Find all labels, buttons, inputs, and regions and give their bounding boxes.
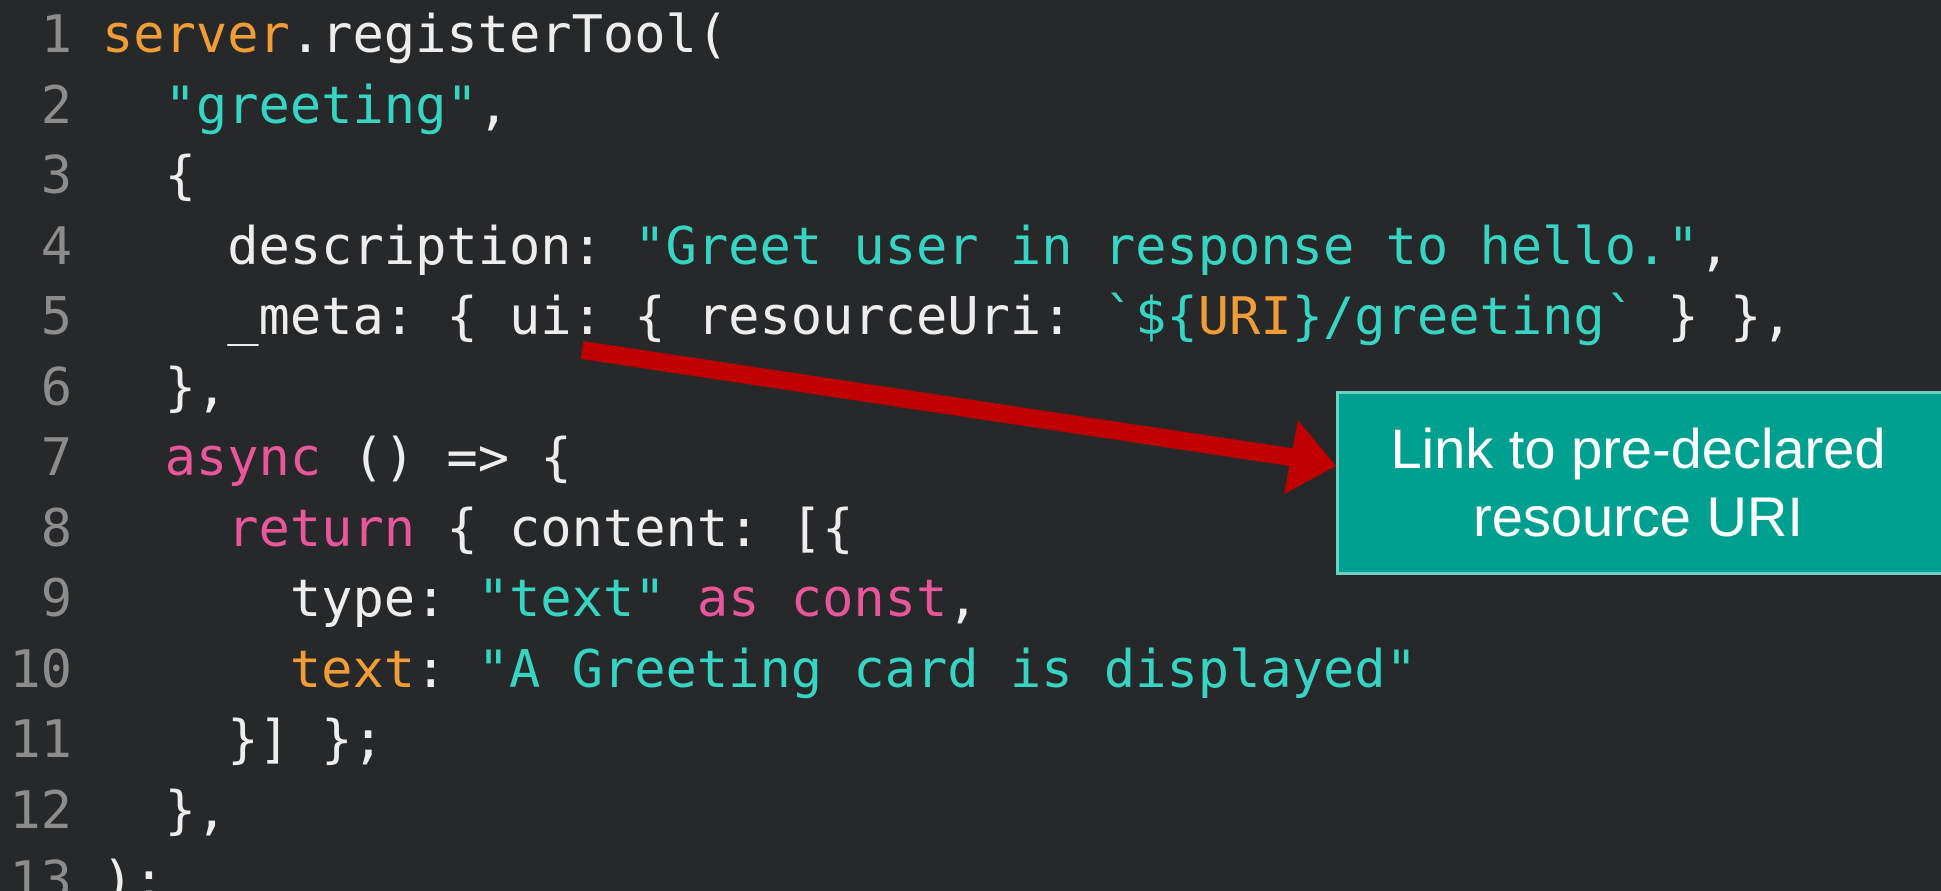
callout-text-line-1: Link to pre-declared bbox=[1390, 417, 1886, 480]
code-token: ); bbox=[102, 851, 165, 891]
line-number: 4 bbox=[40, 216, 72, 277]
code-token: { bbox=[164, 146, 196, 206]
code-text: return { content: [{ bbox=[72, 494, 853, 564]
callout-text-line-2: resource URI bbox=[1473, 485, 1803, 548]
code-editor: 1 server.registerTool(2 "greeting", 3 {4 d… bbox=[0, 0, 1941, 891]
line-number: 9 bbox=[40, 569, 72, 629]
code-token: }] }; bbox=[227, 710, 384, 770]
code-line: 3 { bbox=[0, 141, 196, 211]
code-line: 5 _meta: { ui: { resourceUri: `${URI}/gr… bbox=[0, 282, 1793, 352]
code-text: ); bbox=[72, 846, 165, 891]
code-text: }] }; bbox=[72, 705, 384, 775]
code-token: server bbox=[102, 5, 290, 65]
code-token: URI bbox=[1197, 287, 1292, 347]
code-text: "greeting", bbox=[72, 71, 509, 141]
code-token: : bbox=[415, 639, 478, 700]
line-number: 10 bbox=[9, 639, 72, 700]
code-token: as const bbox=[665, 569, 948, 629]
code-token: type: bbox=[289, 569, 478, 629]
code-token: } }, bbox=[1636, 287, 1793, 347]
code-text: type: "text" as const, bbox=[72, 564, 979, 634]
code-token: `${ bbox=[1103, 287, 1198, 347]
code-line: 12 }, bbox=[0, 776, 227, 846]
code-token: { content: [{ bbox=[415, 498, 854, 559]
line-number: 12 bbox=[9, 780, 72, 841]
code-text: _meta: { ui: { resourceUri: `${URI}/gree… bbox=[72, 282, 1793, 352]
code-token: "text" bbox=[477, 569, 666, 629]
code-token: "greeting" bbox=[164, 75, 478, 136]
code-token: "Greet user in response to hello." bbox=[634, 216, 1699, 277]
code-text: text: "A Greeting card is displayed" bbox=[72, 635, 1417, 705]
code-line: 10 text: "A Greeting card is displayed" bbox=[0, 635, 1417, 705]
line-number: 7 bbox=[40, 428, 72, 488]
code-text: async () => { bbox=[72, 423, 572, 493]
code-token: }, bbox=[164, 357, 228, 418]
line-number: 8 bbox=[40, 498, 72, 559]
code-token: return bbox=[227, 498, 416, 559]
line-number: 13 bbox=[9, 851, 72, 891]
code-token: , bbox=[947, 569, 979, 629]
line-number: 11 bbox=[9, 710, 72, 770]
code-token: , bbox=[1698, 216, 1730, 277]
line-number: 3 bbox=[40, 146, 72, 206]
line-number: 1 bbox=[40, 5, 72, 65]
code-token: .registerTool( bbox=[289, 5, 729, 65]
code-line: 6 }, bbox=[0, 353, 228, 423]
callout-box: Link to pre-declared resource URI bbox=[1336, 391, 1941, 575]
code-line: 1 server.registerTool( bbox=[0, 0, 728, 70]
code-text: description: "Greet user in response to … bbox=[72, 212, 1730, 282]
code-line: 13); bbox=[0, 846, 165, 891]
code-line: 7 async () => { bbox=[0, 423, 572, 493]
line-number: 6 bbox=[40, 357, 72, 418]
code-text: }, bbox=[72, 776, 228, 846]
code-text: { bbox=[72, 141, 196, 211]
code-token: _meta: { ui: { resourceUri: bbox=[227, 287, 1104, 347]
line-number: 5 bbox=[40, 287, 72, 347]
line-number: 2 bbox=[40, 75, 72, 136]
code-token: description: bbox=[227, 216, 635, 277]
code-line: 11 }] }; bbox=[0, 705, 384, 775]
code-token: text bbox=[289, 639, 416, 700]
code-line: 4 description: "Greet user in response t… bbox=[0, 212, 1730, 282]
code-text: }, bbox=[72, 353, 228, 423]
code-token: }, bbox=[164, 780, 228, 841]
code-token: () => { bbox=[321, 428, 572, 488]
code-line: 9 type: "text" as const, bbox=[0, 564, 979, 634]
code-token: async bbox=[164, 428, 322, 488]
code-line: 2 "greeting", bbox=[0, 71, 509, 141]
code-line: 8 return { content: [{ bbox=[0, 494, 854, 564]
code-token: }/greeting` bbox=[1291, 287, 1637, 347]
code-token: "A Greeting card is displayed" bbox=[477, 639, 1417, 700]
code-token: , bbox=[477, 75, 510, 136]
code-text: server.registerTool( bbox=[72, 0, 728, 70]
